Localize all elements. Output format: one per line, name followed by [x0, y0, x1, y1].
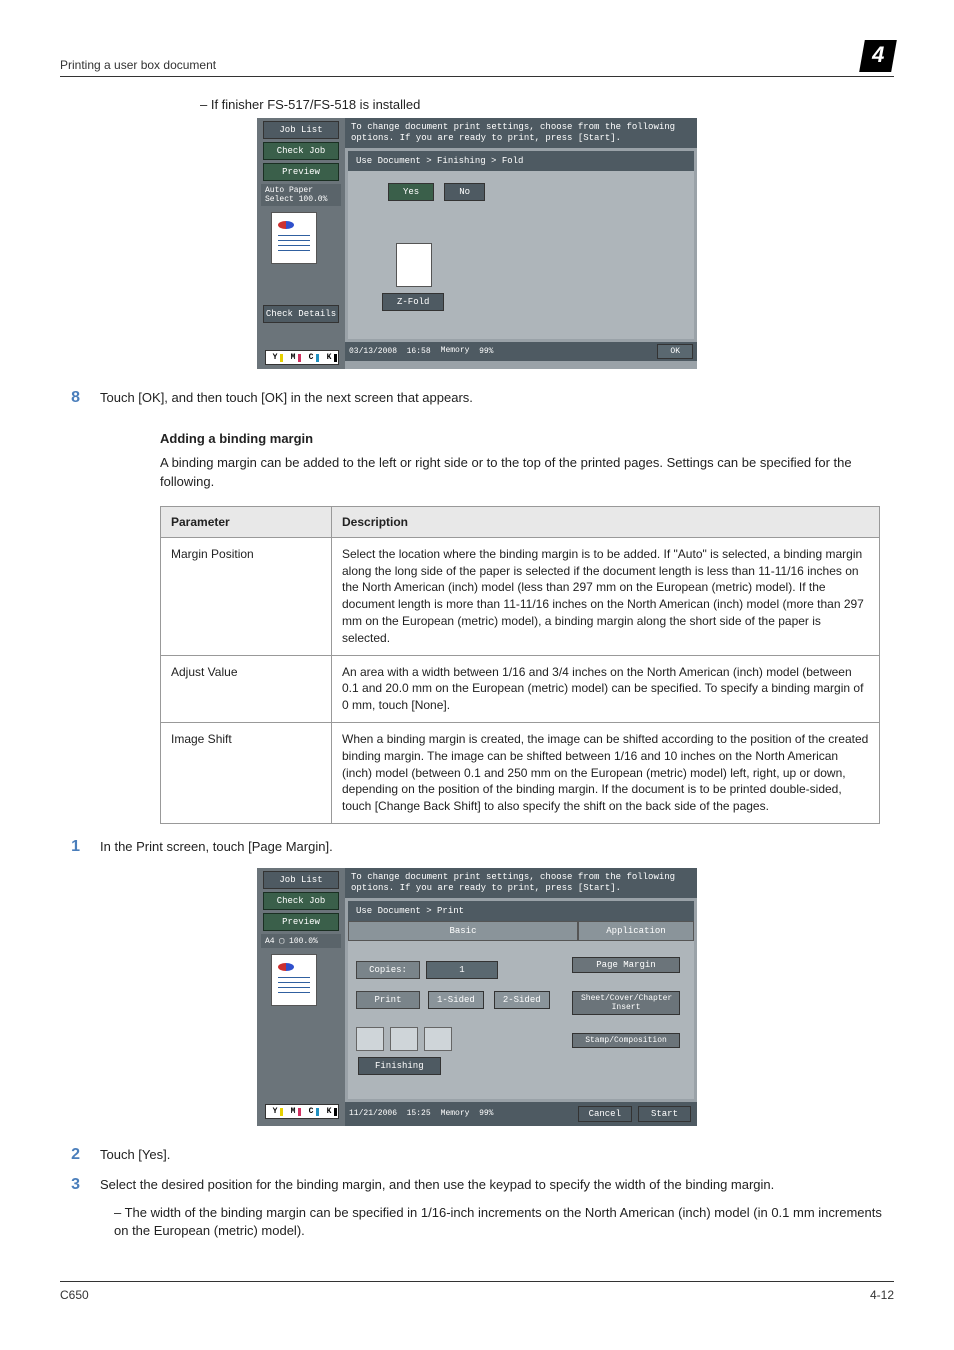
finisher-note: – If finisher FS-517/FS-518 is installed: [200, 97, 894, 112]
zfold-button[interactable]: Z-Fold: [382, 293, 444, 311]
cell-param-2: Image Shift: [161, 723, 332, 824]
job-list-tab[interactable]: Job List: [263, 871, 339, 889]
screenshot-fold: Job List Check Job Preview Auto Paper Se…: [257, 118, 697, 369]
finishing-button[interactable]: Finishing: [358, 1057, 441, 1075]
page-margin-button[interactable]: Page Margin: [572, 957, 680, 973]
preview-tab[interactable]: Preview: [263, 163, 339, 181]
th-parameter: Parameter: [161, 506, 332, 537]
parameter-table: Parameter Description Margin Position Se…: [160, 506, 880, 824]
two-sided-button[interactable]: 2-Sided: [494, 991, 550, 1009]
breadcrumb: Use Document > Finishing > Fold: [348, 151, 694, 171]
footer-date: 11/21/2006: [349, 1109, 397, 1118]
copies-label: Copies:: [356, 961, 420, 979]
step-1-number: 1: [60, 838, 80, 856]
cell-desc-1: An area with a width between 1/16 and 3/…: [332, 655, 880, 722]
page-preview-icon: [396, 243, 432, 287]
step-3-subnote: – The width of the binding margin can be…: [114, 1204, 894, 1240]
step-3-text: Select the desired position for the bind…: [100, 1176, 894, 1194]
breadcrumb: Use Document > Print: [348, 901, 694, 921]
footer-memory-label: Memory: [441, 347, 470, 355]
cmyk-indicator: YMCK: [265, 350, 339, 365]
paper-info: Auto Paper Select 100.0%: [261, 184, 341, 206]
intro-text: A binding margin can be added to the lef…: [160, 454, 894, 492]
start-button[interactable]: Start: [638, 1106, 691, 1122]
cell-param-0: Margin Position: [161, 537, 332, 655]
step-3-number: 3: [60, 1176, 80, 1241]
instruction-banner: To change document print settings, choos…: [345, 868, 697, 898]
ok-button[interactable]: OK: [657, 344, 693, 359]
one-sided-button[interactable]: 1-Sided: [428, 991, 484, 1009]
check-job-tab[interactable]: Check Job: [263, 142, 339, 160]
job-list-tab[interactable]: Job List: [263, 121, 339, 139]
tab-basic[interactable]: Basic: [348, 921, 578, 941]
paper-info: A4 ▢ 100.0%: [261, 934, 341, 948]
doc-thumbnail-icon: [271, 212, 317, 264]
cell-desc-0: Select the location where the binding ma…: [332, 537, 880, 655]
step-1-text: In the Print screen, touch [Page Margin]…: [100, 838, 894, 856]
footer-page: 4-12: [870, 1288, 894, 1302]
chapter-badge: 4: [859, 40, 897, 72]
step-8-number: 8: [60, 389, 80, 407]
finishing-icon: [424, 1027, 452, 1051]
stamp-button[interactable]: Stamp/Composition: [572, 1033, 680, 1048]
preview-tab[interactable]: Preview: [263, 913, 339, 931]
copies-value[interactable]: 1: [426, 961, 498, 979]
footer-memory-value: 99%: [479, 1109, 493, 1118]
step-8-text: Touch [OK], and then touch [OK] in the n…: [100, 389, 894, 407]
tab-application[interactable]: Application: [578, 921, 694, 941]
step-2-text: Touch [Yes].: [100, 1146, 894, 1164]
finishing-icon: [390, 1027, 418, 1051]
print-label: Print: [356, 991, 420, 1009]
instruction-banner: To change document print settings, choos…: [345, 118, 697, 148]
yes-button[interactable]: Yes: [388, 183, 434, 201]
footer-time: 16:58: [407, 347, 431, 356]
cell-param-1: Adjust Value: [161, 655, 332, 722]
heading-binding-margin: Adding a binding margin: [160, 431, 894, 446]
check-details-button[interactable]: Check Details: [263, 305, 339, 323]
check-job-tab[interactable]: Check Job: [263, 892, 339, 910]
footer-memory-label: Memory: [441, 1109, 470, 1118]
footer-time: 15:25: [407, 1109, 431, 1118]
footer-model: C650: [60, 1288, 89, 1302]
cancel-button[interactable]: Cancel: [578, 1106, 632, 1122]
th-description: Description: [332, 506, 880, 537]
screenshot-print: Job List Check Job Preview A4 ▢ 100.0% Y…: [257, 868, 697, 1126]
step-2-number: 2: [60, 1146, 80, 1164]
cell-desc-2: When a binding margin is created, the im…: [332, 723, 880, 824]
section-title: Printing a user box document: [60, 58, 216, 72]
finishing-icon: [356, 1027, 384, 1051]
footer-date: 03/13/2008: [349, 347, 397, 356]
footer-memory-value: 99%: [479, 347, 493, 356]
sheet-cover-button[interactable]: Sheet/Cover/Chapter Insert: [572, 991, 680, 1015]
cmyk-indicator: YMCK: [265, 1104, 339, 1119]
no-button[interactable]: No: [444, 183, 485, 201]
doc-thumbnail-icon: [271, 954, 317, 1006]
